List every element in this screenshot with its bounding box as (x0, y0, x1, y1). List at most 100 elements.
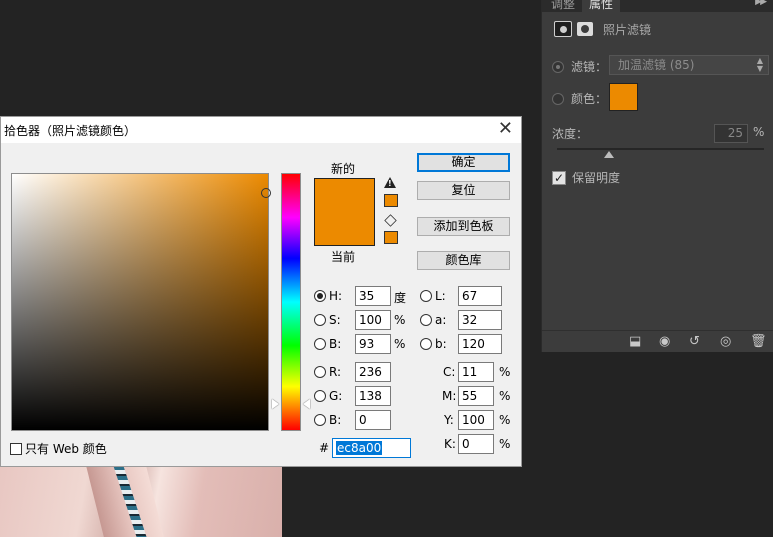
lab-b-label: b: (435, 337, 447, 351)
lab-a-label: a: (435, 313, 447, 327)
magenta-label: M: (442, 389, 457, 403)
red-input[interactable]: 236 (355, 362, 391, 382)
saturation-input[interactable]: 100 (355, 310, 391, 330)
trash-icon[interactable]: 🗑 (750, 335, 767, 349)
color-row: 颜色： (552, 90, 607, 107)
lab-b-radio[interactable] (420, 338, 432, 350)
out-of-gamut-warning-icon[interactable] (384, 177, 396, 188)
tab-adjustments[interactable]: 调整 (544, 0, 582, 12)
density-row: 浓度： (552, 125, 588, 142)
lab-b-input[interactable]: 120 (458, 334, 502, 354)
black-label: K: (444, 437, 456, 451)
layer-mask-icon[interactable] (577, 22, 593, 36)
density-input[interactable]: 25 (714, 124, 748, 143)
add-to-swatches-button[interactable]: 添加到色板 (417, 217, 510, 236)
web-safe-cube-icon[interactable] (384, 214, 397, 227)
lab-l-label: L: (435, 289, 446, 303)
lab-b-row: b: (420, 337, 455, 351)
color-radio[interactable] (552, 92, 564, 105)
tab-properties[interactable]: 属性 (582, 0, 621, 12)
properties-panel: 调整 属性 ▶▶ 照片滤镜 滤镜： 加温滤镜 (85) ▲ ▼ 颜色： 浓度： 2… (541, 0, 773, 352)
black-unit: % (499, 437, 511, 451)
color-picker-dialog: 拾色器（照片滤镜颜色） ✕ 新的 当前 确定 复位 添加到色板 颜色库 H: 3… (0, 116, 522, 467)
hue-row: H: (314, 289, 349, 303)
blue-label: B: (329, 413, 342, 427)
web-safe-swatch[interactable] (384, 231, 398, 244)
cyan-input[interactable]: 11 (458, 362, 494, 382)
blue-radio[interactable] (314, 414, 326, 426)
magenta-unit: % (499, 389, 511, 403)
lab-a-row: a: (420, 313, 455, 327)
brightness-radio[interactable] (314, 338, 326, 350)
cyan-label: C: (443, 365, 456, 379)
filter-color-swatch[interactable] (609, 83, 638, 111)
green-input[interactable]: 138 (355, 386, 391, 406)
web-colors-only-row: 只有 Web 颜色 (10, 440, 107, 457)
filter-row: 滤镜： (552, 58, 607, 75)
hue-radio[interactable] (314, 290, 326, 302)
preserve-row: ✓ 保留明度 (552, 169, 620, 186)
gamut-correction-swatch[interactable] (384, 194, 398, 207)
preserve-luminosity-label: 保留明度 (572, 171, 621, 185)
yellow-label: Y: (444, 413, 454, 427)
dialog-title: 拾色器（照片滤镜颜色） (4, 123, 137, 138)
close-icon[interactable]: ✕ (498, 119, 513, 139)
lab-a-input[interactable]: 32 (458, 310, 502, 330)
color-libraries-button[interactable]: 颜色库 (417, 251, 510, 270)
new-color-label: 新的 (331, 162, 356, 176)
yellow-input[interactable]: 100 (458, 410, 494, 430)
red-label: R: (329, 365, 342, 379)
density-slider-track[interactable] (557, 148, 764, 150)
lab-a-radio[interactable] (420, 314, 432, 326)
blue-input[interactable]: 0 (355, 410, 391, 430)
magenta-input[interactable]: 55 (458, 386, 494, 406)
brightness-input[interactable]: 93 (355, 334, 391, 354)
saturation-unit: % (394, 313, 406, 327)
double-chevron-right-icon[interactable]: ▶▶ (755, 0, 767, 7)
hex-input[interactable]: ec8a00 (332, 438, 411, 458)
new-color-swatch (314, 178, 375, 213)
green-row: G: (314, 389, 349, 403)
red-radio[interactable] (314, 366, 326, 378)
hue-slider-left-arrow[interactable] (272, 399, 279, 409)
ok-button[interactable]: 确定 (417, 153, 510, 172)
density-slider-thumb[interactable] (603, 151, 614, 158)
lab-l-input[interactable]: 67 (458, 286, 502, 306)
reset-button[interactable]: 复位 (417, 181, 510, 200)
green-radio[interactable] (314, 390, 326, 402)
reset-icon[interactable]: ↺ (689, 335, 700, 349)
hue-slider[interactable] (281, 173, 301, 431)
black-input[interactable]: 0 (458, 434, 494, 454)
web-colors-only-label: 只有 Web 颜色 (25, 442, 107, 456)
color-field[interactable] (11, 173, 271, 431)
lab-l-radio[interactable] (420, 290, 432, 302)
hue-unit: 度 (394, 291, 407, 305)
cyan-unit: % (499, 365, 511, 379)
preserve-luminosity-checkbox[interactable]: ✓ (552, 170, 566, 185)
brightness-label: B: (329, 337, 342, 351)
view-previous-icon[interactable]: ◉ (659, 335, 670, 349)
filter-select-value: 加温滤镜 (85) (618, 58, 695, 72)
current-color-label: 当前 (331, 250, 356, 264)
panel-footer: ⬓ ◉ ↺ ◎ 🗑 (542, 330, 773, 352)
current-color-swatch[interactable] (314, 212, 375, 246)
web-colors-only-checkbox[interactable] (10, 442, 22, 455)
blue-row: B: (314, 413, 349, 427)
hue-input[interactable]: 35 (355, 286, 391, 306)
color-field-marker[interactable] (261, 188, 271, 198)
saturation-radio[interactable] (314, 314, 326, 326)
hue-slider-right-arrow[interactable] (303, 399, 310, 409)
green-label: G: (329, 389, 343, 403)
yellow-unit: % (499, 413, 511, 427)
color-label: 颜色： (571, 92, 608, 106)
red-row: R: (314, 365, 349, 379)
saturation-row: S: (314, 313, 349, 327)
visibility-eye-icon[interactable]: ◎ (720, 335, 731, 349)
clip-to-layer-icon[interactable]: ⬓ (629, 335, 641, 349)
filter-radio[interactable] (552, 60, 564, 73)
filter-select[interactable]: 加温滤镜 (85) ▲ ▼ (609, 55, 769, 75)
panel-header: 照片滤镜 (554, 19, 651, 39)
filter-label: 滤镜： (571, 60, 608, 74)
canvas-photo (0, 466, 282, 537)
dialog-titlebar[interactable]: 拾色器（照片滤镜颜色） ✕ (1, 117, 521, 143)
